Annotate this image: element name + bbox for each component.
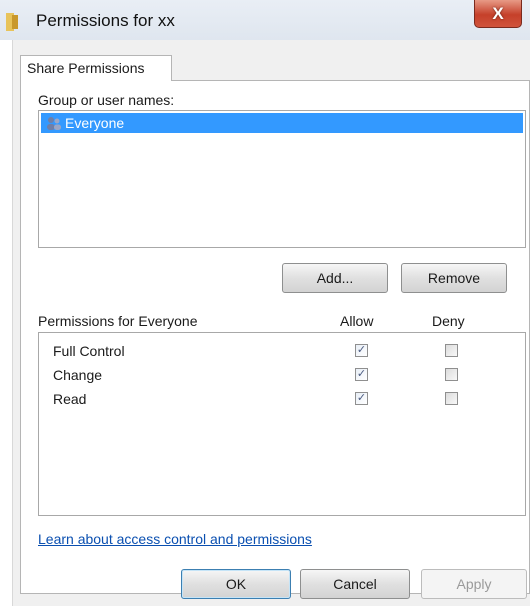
- allow-checkbox[interactable]: ✓: [355, 392, 368, 405]
- group-user-names-label: Group or user names:: [38, 92, 175, 108]
- add-button[interactable]: Add...: [282, 263, 388, 293]
- deny-checkbox[interactable]: [445, 392, 458, 405]
- permission-name: Change: [53, 367, 103, 383]
- list-item-everyone[interactable]: Everyone: [41, 113, 523, 133]
- deny-checkbox[interactable]: [445, 344, 458, 357]
- allow-column-header: Allow: [340, 313, 374, 329]
- title-bar[interactable]: Permissions for xx X: [0, 0, 530, 40]
- tab-share-permissions[interactable]: Share Permissions: [20, 55, 172, 81]
- allow-checkbox[interactable]: ✓: [355, 344, 368, 357]
- permissions-list: Full Control ✓ Change ✓ Read ✓: [38, 332, 526, 516]
- permission-row-change: Change ✓: [39, 365, 525, 387]
- permissions-header: Permissions for Everyone: [38, 313, 198, 329]
- permission-name: Read: [53, 391, 87, 407]
- close-button[interactable]: X: [474, 0, 522, 28]
- permission-name: Full Control: [53, 343, 125, 359]
- user-list[interactable]: Everyone: [38, 110, 526, 248]
- remove-button[interactable]: Remove: [401, 263, 507, 293]
- access-control-help-link[interactable]: Learn about access control and permissio…: [38, 531, 312, 547]
- deny-checkbox[interactable]: [445, 368, 458, 381]
- users-icon: [47, 117, 61, 130]
- window-title: Permissions for xx: [36, 11, 175, 30]
- deny-column-header: Deny: [432, 313, 465, 329]
- apply-button[interactable]: Apply: [421, 569, 527, 599]
- ok-button[interactable]: OK: [181, 569, 291, 599]
- permission-row-read: Read ✓: [39, 389, 525, 411]
- list-item-label: Everyone: [65, 115, 125, 131]
- folder-icon: [6, 13, 18, 31]
- permission-row-full-control: Full Control ✓: [39, 341, 525, 363]
- cancel-button[interactable]: Cancel: [300, 569, 410, 599]
- allow-checkbox[interactable]: ✓: [355, 368, 368, 381]
